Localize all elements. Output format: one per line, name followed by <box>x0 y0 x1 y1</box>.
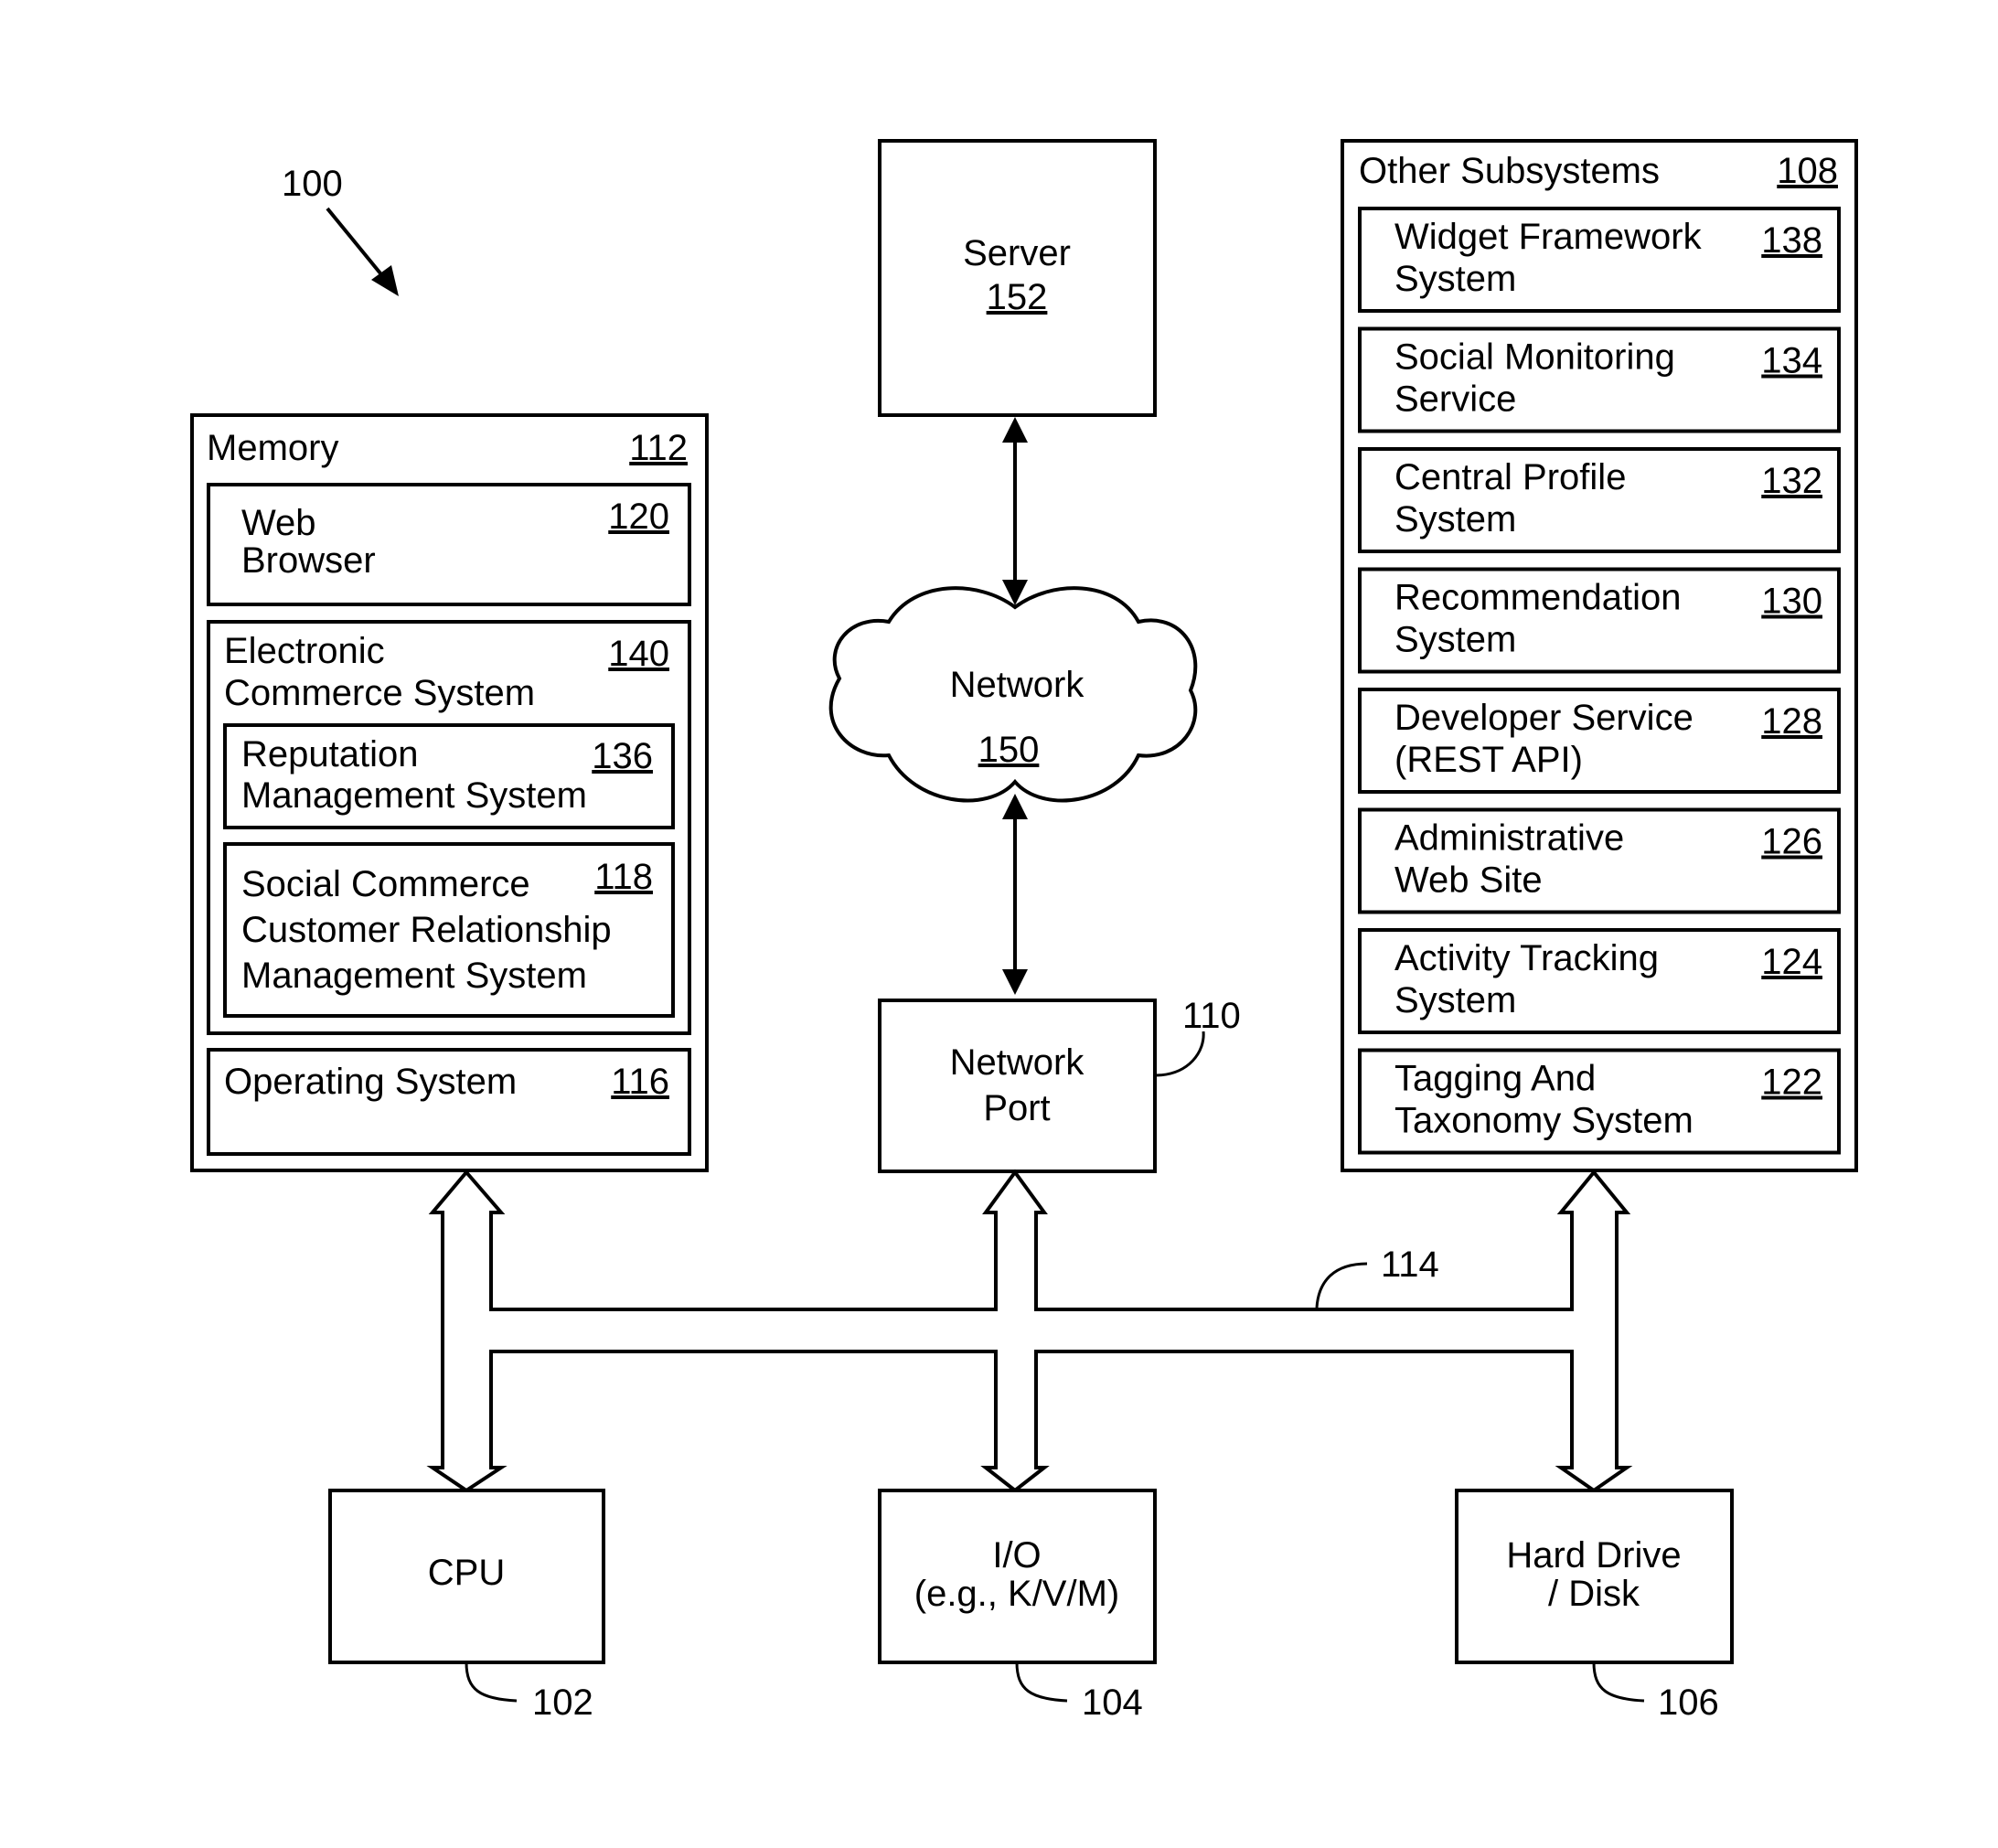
ecommerce-label-line2: Commerce System <box>224 673 535 713</box>
bus-ref: 114 <box>1381 1244 1439 1285</box>
system-bus <box>426 1169 1633 1493</box>
hard-drive-ref: 106 <box>1658 1682 1719 1723</box>
network-port-label-line2: Port <box>983 1088 1050 1128</box>
social-crm-box[interactable]: Social Commerce Customer Relationship Ma… <box>223 842 675 1018</box>
subsystem-ref: 132 <box>1761 461 1822 501</box>
subsystem-label-line1: Recommendation <box>1394 578 1682 618</box>
network-label: Network <box>950 665 1085 705</box>
ecommerce-label-line1: Electronic <box>224 631 385 671</box>
server-ref: 152 <box>987 277 1048 317</box>
other-subsystems-ref: 108 <box>1777 151 1838 191</box>
subsystem-label-line1: Social Monitoring <box>1394 337 1675 378</box>
subsystem-ref: 134 <box>1761 341 1822 381</box>
hard-drive-label-line2: / Disk <box>1548 1574 1640 1614</box>
subsystem-label-line1: Activity Tracking <box>1394 938 1659 978</box>
bus-leader-line <box>1315 1262 1368 1309</box>
web-browser-label-line2: Browser <box>241 540 376 581</box>
social-crm-ref: 118 <box>594 857 653 897</box>
cpu-ref: 102 <box>532 1682 593 1723</box>
os-ref: 116 <box>611 1062 669 1102</box>
cpu-label: CPU <box>428 1553 505 1593</box>
io-label-line1: I/O <box>992 1535 1041 1576</box>
subsystem-label-line2: Taxonomy System <box>1394 1101 1693 1141</box>
io-box[interactable]: I/O (e.g., K/V/M) <box>878 1489 1157 1664</box>
social-crm-label-line3: Management System <box>241 956 587 996</box>
web-browser-box[interactable]: Web Browser 120 <box>207 483 691 606</box>
reputation-label-line1: Reputation <box>241 734 418 774</box>
web-browser-ref: 120 <box>608 497 669 537</box>
subsystem-box[interactable]: RecommendationSystem 130 <box>1358 567 1841 674</box>
subsystem-ref: 124 <box>1761 942 1822 982</box>
subsystem-box[interactable]: Tagging AndTaxonomy System 122 <box>1358 1048 1841 1155</box>
network-port-leader-line <box>1154 1031 1205 1077</box>
reputation-management-box[interactable]: Reputation Management System 136 <box>223 723 675 829</box>
other-subsystems-title: Other Subsystems <box>1359 151 1660 191</box>
subsystem-label-line2: Service <box>1394 379 1516 420</box>
memory-ref: 112 <box>629 428 688 468</box>
subsystem-label-line1: Developer Service <box>1394 698 1693 738</box>
ecommerce-system-box[interactable]: Electronic Commerce System 140 Reputatio… <box>207 620 691 1035</box>
social-crm-label-line1: Social Commerce <box>241 864 530 904</box>
subsystem-box[interactable]: Developer Service(REST API) 128 <box>1358 688 1841 794</box>
subsystem-box[interactable]: Activity TrackingSystem 124 <box>1358 928 1841 1034</box>
subsystem-ref: 128 <box>1761 701 1822 742</box>
subsystem-label-line2: System <box>1394 980 1516 1020</box>
cpu-leader-line <box>465 1661 518 1703</box>
subsystem-label-line1: Administrative <box>1394 818 1624 859</box>
memory-title: Memory <box>207 428 338 468</box>
cpu-box[interactable]: CPU <box>328 1489 605 1664</box>
subsystem-ref: 130 <box>1761 582 1822 622</box>
server-box[interactable]: Server 152 <box>878 139 1157 417</box>
ecommerce-ref: 140 <box>608 634 669 674</box>
hard-drive-leader-line <box>1592 1661 1645 1703</box>
hard-drive-box[interactable]: Hard Drive / Disk <box>1455 1489 1734 1664</box>
subsystem-box[interactable]: Central ProfileSystem 132 <box>1358 447 1841 553</box>
other-subsystems-box[interactable]: Other Subsystems 108 Widget FrameworkSys… <box>1341 139 1858 1172</box>
reputation-label-line2: Management System <box>241 775 587 816</box>
network-ref: 150 <box>978 730 1040 770</box>
server-network-arrow-icon <box>1002 417 1028 605</box>
server-label: Server <box>963 233 1071 273</box>
subsystem-box[interactable]: Widget FrameworkSystem 138 <box>1358 207 1841 313</box>
io-ref: 104 <box>1082 1682 1143 1723</box>
network-port-ref: 110 <box>1182 996 1241 1036</box>
subsystem-box[interactable]: Social MonitoringService 134 <box>1358 326 1841 433</box>
subsystem-ref: 126 <box>1761 822 1822 862</box>
subsystem-label-line1: Central Profile <box>1394 457 1626 497</box>
subsystem-label-line2: (REST API) <box>1394 740 1583 780</box>
network-port-label-line1: Network <box>950 1042 1085 1083</box>
subsystem-ref: 138 <box>1761 220 1822 261</box>
hard-drive-label-line1: Hard Drive <box>1506 1535 1681 1576</box>
figure-ref-label: 100 <box>282 164 343 204</box>
network-cloud[interactable]: Network 150 <box>828 586 1198 803</box>
subsystem-label-line1: Widget Framework <box>1394 217 1703 257</box>
subsystem-label-line2: System <box>1394 620 1516 660</box>
subsystem-label-line2: System <box>1394 499 1516 539</box>
social-crm-label-line2: Customer Relationship <box>241 910 612 950</box>
memory-box[interactable]: Memory 112 Web Browser 120 Electronic Co… <box>190 413 709 1172</box>
network-port-box[interactable]: Network Port <box>878 999 1157 1173</box>
reputation-ref: 136 <box>592 736 653 776</box>
network-port-arrow-icon <box>1002 794 1028 995</box>
io-label-line2: (e.g., K/V/M) <box>914 1574 1120 1614</box>
system-diagram: 100 Memory 112 Web Browser 120 Electroni… <box>190 139 1858 1723</box>
subsystem-label-line2: System <box>1394 259 1516 299</box>
figure-pointer-arrow-icon <box>326 207 399 296</box>
os-label: Operating System <box>224 1062 517 1102</box>
subsystem-label-line2: Web Site <box>1394 860 1543 901</box>
subsystem-box[interactable]: AdministrativeWeb Site 126 <box>1358 807 1841 914</box>
operating-system-box[interactable]: Operating System 116 <box>207 1048 691 1156</box>
web-browser-label-line1: Web <box>241 503 316 543</box>
io-leader-line <box>1015 1661 1068 1703</box>
subsystem-ref: 122 <box>1761 1063 1822 1103</box>
subsystem-label-line1: Tagging And <box>1394 1059 1596 1099</box>
